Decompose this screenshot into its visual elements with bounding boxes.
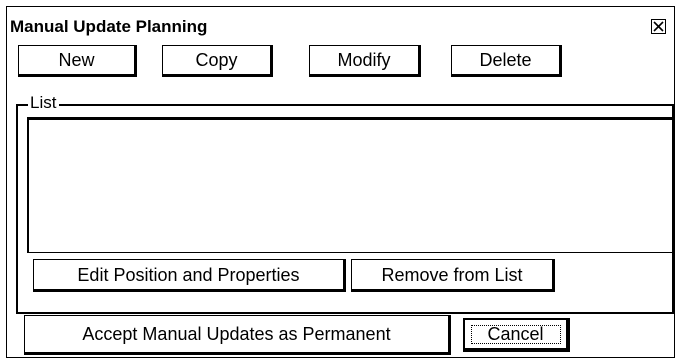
- list-group-label: List: [28, 92, 60, 114]
- modify-button[interactable]: Modify: [309, 45, 421, 77]
- dialog-title: Manual Update Planning: [10, 17, 208, 36]
- new-button[interactable]: New: [18, 45, 137, 77]
- copy-button[interactable]: Copy: [162, 45, 273, 77]
- edit-position-properties-button[interactable]: Edit Position and Properties: [33, 259, 346, 292]
- close-icon: [653, 21, 664, 32]
- close-button[interactable]: [651, 19, 666, 34]
- accept-manual-updates-button[interactable]: Accept Manual Updates as Permanent: [24, 315, 451, 355]
- remove-from-list-button[interactable]: Remove from List: [351, 259, 555, 292]
- delete-button[interactable]: Delete: [451, 45, 562, 77]
- cancel-button[interactable]: Cancel: [463, 318, 570, 352]
- list-box[interactable]: [27, 117, 673, 253]
